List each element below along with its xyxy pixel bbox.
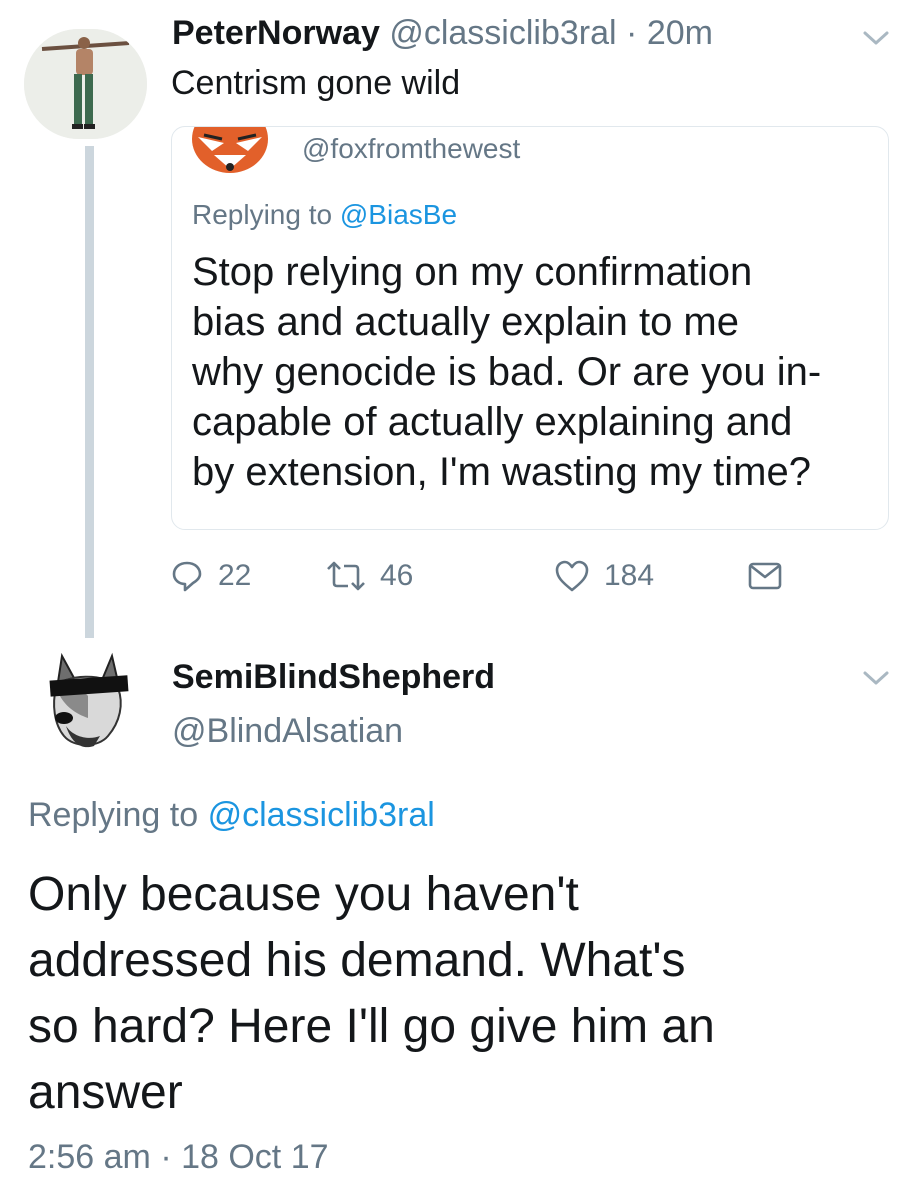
- tweet-time-separator: ·: [626, 14, 638, 52]
- reply-line: addressed his demand. What's: [28, 934, 686, 987]
- fox-avatar-icon: [192, 127, 268, 173]
- heart-icon: [555, 560, 589, 592]
- quoted-body: Stop relying on my confirmation bias and…: [192, 247, 821, 497]
- quoted-line: bias and actually explain to me: [192, 300, 739, 344]
- chevron-down-icon[interactable]: [862, 28, 890, 48]
- reply-replying-prefix: Replying to: [28, 796, 199, 834]
- quoted-line: Stop relying on my confirmation: [192, 250, 753, 294]
- tweet-display-name[interactable]: PeterNorway: [172, 14, 380, 52]
- chevron-down-icon[interactable]: [862, 668, 890, 688]
- shepherd-avatar[interactable]: [28, 648, 140, 760]
- tweet-time[interactable]: 20m: [647, 14, 713, 52]
- reply-body: Only because you haven't addressed his d…: [28, 862, 715, 1126]
- reply-time-separator: ·: [160, 1138, 172, 1176]
- tweet-header: PeterNorway @classiclib3ral · 20m: [172, 14, 713, 62]
- peter-avatar[interactable]: [24, 29, 147, 139]
- tweet-text: Centrism gone wild: [171, 64, 461, 102]
- reply-date: 18 Oct 17: [181, 1138, 329, 1176]
- retweet-action[interactable]: 46: [326, 556, 413, 596]
- quoted-replying-to: Replying to @BiasBe: [192, 199, 457, 231]
- reply-display-name[interactable]: SemiBlindShepherd: [172, 658, 495, 697]
- retweet-count: 46: [380, 559, 414, 592]
- reply-icon: [172, 561, 202, 592]
- like-count: 184: [604, 559, 655, 592]
- quoted-replying-prefix: Replying to: [192, 199, 333, 230]
- tweet-handle[interactable]: @classiclib3ral: [389, 14, 616, 52]
- envelope-icon: [748, 562, 782, 590]
- reply-line: Only because you haven't: [28, 868, 579, 921]
- retweet-icon: [327, 561, 365, 591]
- quoted-tweet-card[interactable]: @foxfromthewest Replying to @BiasBe Stop…: [171, 126, 889, 530]
- reply-timestamp[interactable]: 2:56 am · 18 Oct 17: [28, 1138, 329, 1177]
- quoted-line: why genocide is bad. Or are you in-: [192, 350, 822, 394]
- reply-handle[interactable]: @BlindAlsatian: [172, 712, 403, 751]
- reply-action[interactable]: 22: [170, 556, 251, 596]
- reply-line: answer: [28, 1066, 183, 1119]
- reply-count: 22: [218, 559, 252, 592]
- thread-connector-line: [85, 146, 94, 638]
- like-action[interactable]: 184: [554, 556, 654, 596]
- reply-line: so hard? Here I'll go give him an: [28, 1000, 715, 1053]
- dm-action[interactable]: [748, 556, 782, 596]
- reply-time: 2:56 am: [28, 1138, 151, 1176]
- quoted-line: by extension, I'm wasting my time?: [192, 450, 811, 494]
- quoted-handle[interactable]: @foxfromthewest: [302, 133, 520, 165]
- fox-avatar: [190, 127, 270, 175]
- person-avatar-icon: [24, 29, 147, 139]
- dog-avatar-icon: [28, 648, 140, 760]
- quoted-replying-mention[interactable]: @BiasBe: [340, 199, 457, 230]
- reply-replying-to: Replying to @classiclib3ral: [28, 796, 435, 835]
- reply-replying-mention[interactable]: @classiclib3ral: [208, 796, 435, 834]
- quoted-line: capable of actually explaining and: [192, 400, 793, 444]
